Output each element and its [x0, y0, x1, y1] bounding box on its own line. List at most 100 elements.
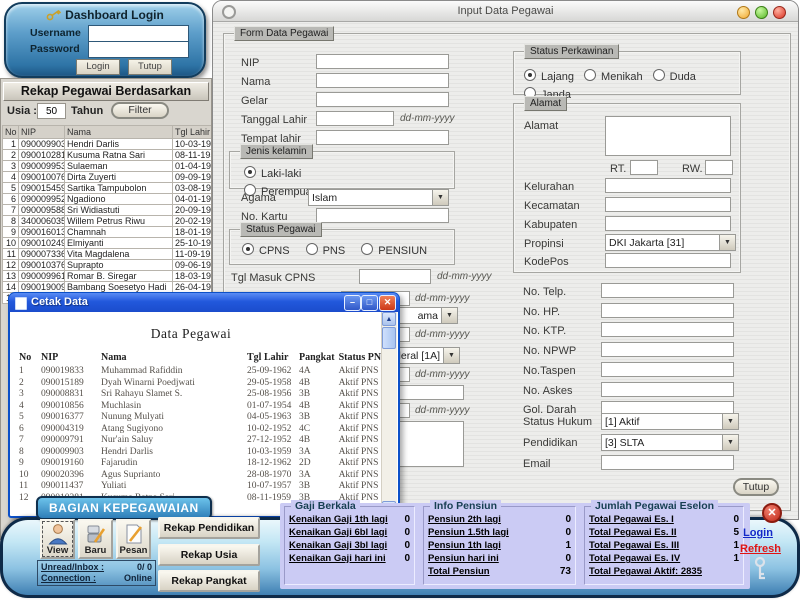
scroll-thumb[interactable]	[382, 327, 396, 349]
pesan-button[interactable]: Pesan	[116, 519, 151, 559]
tempat-lahir-input[interactable]	[316, 130, 449, 145]
kelurahan-input[interactable]	[605, 178, 731, 193]
agama-select[interactable]: Islam ▼	[308, 189, 449, 206]
table-row[interactable]: 9090019160Fajarudin18-12-19622DAktif PNS	[17, 458, 389, 470]
chevron-down-icon[interactable]: ▼	[719, 235, 735, 250]
no-hp-input[interactable]	[601, 303, 734, 318]
table-row[interactable]: 11090011437Yuliati10-07-19573BAktif PNS	[17, 481, 389, 493]
table-row[interactable]: 10090020396Agus Suprianto28-08-19703AAkt…	[17, 470, 389, 482]
table-row[interactable]: 2090010281Kusuma Ratna Sari08-11-1959	[3, 150, 213, 161]
nip-input[interactable]	[316, 54, 449, 69]
tgl-masuk-cpns-input[interactable]	[359, 269, 431, 284]
table-row[interactable]: 6090004319Atang Sugiyono10-02-19524CAkti…	[17, 424, 389, 436]
no-taspen-input[interactable]	[601, 362, 734, 377]
table-row[interactable]: 10090010249Elmiyanti25-10-1959	[3, 238, 213, 249]
table-row[interactable]: 6090009952Ngadiono04-01-1959	[3, 194, 213, 205]
tanggal-lahir-input[interactable]	[316, 111, 394, 126]
no-telp-input[interactable]	[601, 283, 734, 298]
nama-input[interactable]	[316, 73, 449, 88]
no-askes-input[interactable]	[601, 382, 734, 397]
password-input[interactable]	[88, 41, 189, 58]
login-link[interactable]: Login	[743, 527, 773, 539]
no-kartu-input[interactable]	[316, 208, 449, 223]
username-input[interactable]	[88, 25, 189, 42]
table-row[interactable]: 8340006035Willem Petrus Riwu20-02-1959	[3, 216, 213, 227]
table-row[interactable]: 5090015459Sartika Tampubolon03-08-1959	[3, 183, 213, 194]
kabupaten-input[interactable]	[605, 216, 731, 231]
table-row[interactable]: 1090019833Muhammad Rafiddin25-09-19624AA…	[17, 366, 389, 378]
no-npwp-input[interactable]	[601, 342, 734, 357]
stat-item[interactable]: Total Pegawai Es. IV1	[589, 552, 739, 565]
radio-pns[interactable]: PNS	[306, 241, 346, 259]
table-row[interactable]: 3090008831Sri Rahayu Slamet S.25-08-1956…	[17, 389, 389, 401]
stat-item[interactable]: Pensiun 1th lagi1	[428, 539, 571, 552]
gelar-input[interactable]	[316, 92, 449, 107]
table-row[interactable]: 4090010076Dirta Zuyerti09-09-1959	[3, 172, 213, 183]
scrollbar[interactable]: ▲ ▼	[381, 312, 397, 515]
stat-item[interactable]: Total Pegawai Es. III1	[589, 539, 739, 552]
kodepos-input[interactable]	[605, 253, 731, 268]
scroll-up-icon[interactable]: ▲	[382, 312, 396, 326]
rekap-pangkat-button[interactable]: Rekap Pangkat	[158, 570, 260, 592]
kecamatan-input[interactable]	[605, 197, 731, 212]
radio-cpns[interactable]: CPNS	[242, 241, 290, 259]
stat-item[interactable]: Pensiun hari ini0	[428, 552, 571, 565]
maximize-icon[interactable]: □	[361, 295, 378, 311]
propinsi-select[interactable]: DKI Jakarta [31] ▼	[605, 234, 736, 251]
stat-item[interactable]: Total Pensiun73	[428, 565, 571, 578]
stat-item[interactable]: Kenaikan Gaji 1th lagi0	[289, 513, 410, 526]
alamat-input[interactable]	[605, 116, 731, 156]
radio-pensiun[interactable]: PENSIUN	[361, 241, 427, 259]
view-button[interactable]: View	[40, 519, 75, 559]
stat-item[interactable]: Pensiun 2th lagi0	[428, 513, 571, 526]
minimize-button[interactable]	[737, 6, 750, 19]
rt-input[interactable]	[630, 160, 658, 175]
baru-button[interactable]: Baru	[78, 519, 113, 559]
radio-laki-laki[interactable]: Laki-laki	[244, 164, 301, 182]
chevron-down-icon[interactable]: ▼	[722, 414, 738, 429]
stat-item[interactable]: Total Pegawai Es. II5	[589, 526, 739, 539]
radio-duda[interactable]: Duda	[653, 67, 696, 85]
login-button[interactable]: Login	[76, 59, 120, 75]
rw-input[interactable]	[705, 160, 733, 175]
stat-item[interactable]: Kenaikan Gaji 3bl lagi0	[289, 539, 410, 552]
chevron-down-icon[interactable]: ▼	[443, 348, 459, 363]
table-row[interactable]: 3090009953Sulaeman01-04-1959	[3, 161, 213, 172]
table-row[interactable]: 7090009588Sri Widiastuti20-09-1959	[3, 205, 213, 216]
close-button[interactable]	[773, 6, 786, 19]
table-row[interactable]: 4090010856Muchlasin01-07-19544BAktif PNS	[17, 401, 389, 413]
minimize-icon[interactable]: –	[344, 295, 361, 311]
stat-item[interactable]: Pensiun 1.5th lagi0	[428, 526, 571, 539]
close-icon[interactable]: ✕	[379, 295, 396, 311]
exit-icon[interactable]: ✕	[762, 503, 782, 523]
login-tutup-button[interactable]: Tutup	[128, 59, 172, 75]
filter-button[interactable]: Filter	[111, 102, 169, 119]
col-tgl-lahir[interactable]: Tgl Lahir	[173, 126, 213, 139]
stat-item[interactable]: Kenaikan Gaji hari ini0	[289, 552, 410, 565]
table-row[interactable]: 1090009903Hendri Darlis10-03-1959	[3, 139, 213, 150]
cetak-titlebar[interactable]: Cetak Data – □ ✕	[9, 293, 399, 312]
refresh-link[interactable]: Refresh	[740, 543, 781, 555]
rekap-pendidikan-button[interactable]: Rekap Pendidikan	[158, 517, 260, 539]
stat-item[interactable]: Total Pegawai Es. I0	[589, 513, 739, 526]
stat-item[interactable]: Kenaikan Gaji 6bl lagi0	[289, 526, 410, 539]
radio-lajang[interactable]: Lajang	[524, 67, 574, 85]
radio-menikah[interactable]: Menikah	[584, 67, 643, 85]
table-row[interactable]: 9090016013Chamnah18-01-1959	[3, 227, 213, 238]
table-row[interactable]: 14090019009Bambang Soesetyo Hadi26-04-19…	[3, 282, 213, 293]
table-row[interactable]: 8090009903Hendri Darlis10-03-19593AAktif…	[17, 447, 389, 459]
col-no[interactable]: No	[3, 126, 19, 139]
chevron-down-icon[interactable]: ▼	[432, 190, 448, 205]
maximize-button[interactable]	[755, 6, 768, 19]
col-nip[interactable]: NIP	[19, 126, 65, 139]
rekap-header-row[interactable]: No NIP Nama Tgl Lahir	[3, 126, 213, 139]
pendidikan-select[interactable]: [3] SLTA ▼	[601, 434, 739, 451]
col-nama[interactable]: Nama	[65, 126, 173, 139]
rekap-usia-button[interactable]: Rekap Usia	[158, 544, 260, 566]
stat-item[interactable]: Total Pegawai Aktif: 2835	[589, 565, 739, 578]
status-hukum-select[interactable]: [1] Aktif ▼	[601, 413, 739, 430]
chevron-down-icon[interactable]: ▼	[722, 435, 738, 450]
table-row[interactable]: 2090015189Dyah Winarni Poedjwati29-05-19…	[17, 378, 389, 390]
usia-input[interactable]	[37, 103, 66, 119]
tutup-button[interactable]: Tutup	[733, 478, 779, 496]
